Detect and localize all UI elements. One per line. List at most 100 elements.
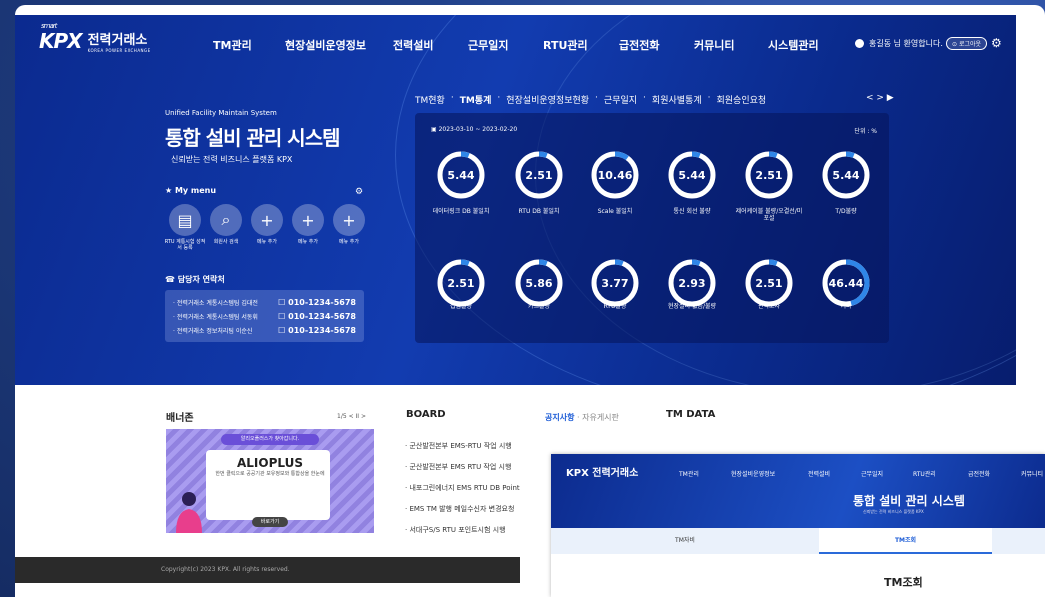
stat-label: 데이터링크 DB 불일치 — [432, 208, 490, 215]
stat-label: RTU DB 불일치 — [518, 208, 560, 215]
stat-ring[interactable]: 2.93 — [667, 258, 717, 308]
banner-pager[interactable]: 1/5 < II > — [337, 413, 366, 420]
stat-label: RTU불량 — [603, 303, 627, 310]
contact-heading: ☎ 담당자 연락처 — [165, 275, 225, 284]
stat-ring[interactable]: 5.44 — [821, 150, 871, 200]
tab-field-status[interactable]: 현장설비운영정보현황 — [506, 93, 589, 106]
stat-ring[interactable]: 2.51 — [514, 150, 564, 200]
mymenu-add-button[interactable]: + — [292, 204, 324, 236]
nav-item-tm[interactable]: TM관리 — [213, 37, 252, 53]
list-item[interactable]: · 군산발전본부 EMS RTU 작업 시행 — [405, 461, 537, 482]
stat-label: 제어케이블 불량/오결선/미포설 — [735, 208, 803, 222]
stat-label: 현장설비 없음/불량 — [667, 303, 717, 310]
nav-item-system[interactable]: 시스템관리 — [768, 37, 819, 53]
tab-approval[interactable]: 회원승인요청 — [716, 93, 766, 106]
mymenu-search-button[interactable]: ⌕ — [210, 204, 242, 236]
stat-value: 2.51 — [755, 169, 782, 182]
mymenu-item-label: 메뉴 추가 — [298, 239, 318, 245]
plus-icon: + — [301, 210, 315, 230]
tab-tm-status[interactable]: TM현황 — [415, 93, 445, 106]
logo-sub: KOREA POWER EXCHANGE — [87, 48, 151, 53]
nav-item-community[interactable]: 커뮤니티 — [694, 37, 734, 53]
stat-label: 카드불량 — [527, 303, 551, 310]
stat-value: 2.93 — [678, 277, 705, 290]
banner-go-button[interactable]: 바로가기 — [252, 517, 288, 527]
mymenu-settings-icon[interactable]: ⚙ — [355, 187, 363, 197]
hero-tagline: 신뢰받는 전력 비즈니스 플랫폼 KPX — [171, 155, 293, 164]
phone-icon: ☎ — [165, 275, 178, 284]
tab-worklog[interactable]: 근무일지 — [604, 93, 637, 106]
preview-tagline: 신뢰받는 전력 비즈니스 플랫폼 KPX — [863, 509, 924, 514]
preview-nav-item: TM관리 — [679, 471, 699, 478]
mymenu-item-label: 회원사 검색 — [213, 239, 239, 245]
tm-tabs: TM현황 · TM통계 · 현장설비운영정보현황 · 근무일지 · 회원사별통계 · 회원… — [415, 93, 767, 106]
stat-ring[interactable]: 2.51 — [744, 258, 794, 308]
list-item[interactable]: · 서대구S/S RTU 포인트시험 시행 — [405, 524, 537, 545]
stat-ring[interactable]: 10.46 — [590, 150, 640, 200]
stat-label: 판독오차 — [757, 303, 781, 310]
mymenu-label: ★ My menu — [165, 186, 217, 195]
preview-nav-item: 근무일지 — [861, 471, 884, 478]
banner-pill: 알리오플러스가 찾아갑니다. — [221, 434, 319, 445]
plus-icon: + — [342, 210, 356, 230]
stat-value: 2.51 — [755, 277, 782, 290]
stat-ring[interactable]: 2.51 — [436, 258, 486, 308]
stat-label: 통신 회선 불량 — [673, 208, 711, 215]
settings-gear-icon[interactable]: ⚙ — [991, 36, 1002, 50]
board-list: · 군산발전본부 EMS-RTU 작업 시행 · 군산발전본부 EMS RTU … — [405, 440, 537, 545]
nav-item-rtu[interactable]: RTU관리 — [543, 37, 588, 53]
tab-free-board[interactable]: 자유게시판 — [582, 413, 619, 422]
stat-value: 5.44 — [678, 169, 705, 182]
period-range: ▣ 2023-03-10 ~ 2023-02-20 — [431, 126, 518, 133]
mymenu-add-button[interactable]: + — [251, 204, 283, 236]
search-icon: ⌕ — [221, 210, 231, 229]
stat-ring[interactable]: 2.51 — [744, 150, 794, 200]
list-item[interactable]: · 군산발전본부 EMS-RTU 작업 시행 — [405, 440, 537, 461]
nav-item-field[interactable]: 현장설비운영정보 — [285, 37, 366, 53]
mymenu-add-button[interactable]: + — [333, 204, 365, 236]
tab-notice[interactable]: 공지사항 — [545, 413, 574, 422]
preview-tab-tm[interactable]: TM자비 — [551, 528, 819, 554]
preview-nav-item: 전력설비 — [808, 471, 831, 478]
board-heading: BOARD — [406, 409, 446, 420]
stat-label: Scale 불일치 — [597, 208, 633, 215]
stat-ring[interactable]: 5.86 — [514, 258, 564, 308]
mymenu-item-label: 메뉴 추가 — [257, 239, 277, 245]
logo-name: 전력거래소 — [87, 33, 148, 48]
nav-item-dispatch[interactable]: 급전전화 — [619, 37, 659, 53]
user-welcome: 홍길동 님 환영합니다. — [855, 38, 943, 49]
tm-pager[interactable]: < > ▶ — [866, 93, 894, 103]
stat-ring[interactable]: 46.44 — [821, 258, 871, 308]
aliopplus-banner[interactable]: 알리오플러스가 찾아갑니다. ALIOPLUS 한번 클릭으로 공공기관 보유정… — [166, 429, 374, 533]
stat-label: 기타 — [840, 303, 852, 310]
tab-member-stats[interactable]: 회원사별통계 — [652, 93, 702, 106]
footer: Copyright(c) 2023 KPX. All rights reserv… — [15, 557, 520, 583]
preview-heading: TM조회 — [884, 576, 923, 589]
list-item[interactable]: · EMS TM 발행 메일수신자 변경요청 — [405, 503, 537, 524]
stat-ring[interactable]: 3.77 — [590, 258, 640, 308]
contact-row: · 전력거래소 정보처리팀 이순신 ☐ 010-1234-5678 — [173, 325, 356, 335]
preview-tab-tm-view[interactable]: TM조회 — [819, 528, 992, 554]
tm-view-preview: KPX 전력거래소 TM관리 현장설비운영정보 전력설비 근무일지 RTU관리 … — [551, 454, 1045, 597]
mymenu-rtu-button[interactable]: ▤ — [169, 204, 201, 236]
tab-tm-stats[interactable]: TM통계 — [460, 93, 492, 106]
stat-value: 46.44 — [829, 277, 864, 290]
contact-row: · 전력거래소 계통시스템팀 김대전 ☐ 010-1234-5678 — [173, 297, 356, 307]
kpx-logo[interactable]: smart KPX 전력거래소 KOREA POWER EXCHANGE — [39, 22, 151, 53]
stat-ring[interactable]: 5.44 — [667, 150, 717, 200]
preview-nav-item: 현장설비운영정보 — [731, 471, 776, 478]
contact-row: · 전력거래소 계통시스템팀 서동휘 ☐ 010-1234-5678 — [173, 311, 356, 321]
preview-logo: KPX 전력거래소 — [566, 468, 639, 479]
mymenu-item-label: 메뉴 추가 — [339, 239, 359, 245]
stat-ring[interactable]: 5.44 — [436, 150, 486, 200]
nav-item-power[interactable]: 전력설비 — [393, 37, 433, 53]
list-item[interactable]: · 내포그린에너지 EMS RTU DB Point — [405, 482, 537, 503]
nav-item-worklog[interactable]: 근무일지 — [468, 37, 508, 53]
preview-tabs: TM자비 TM조회 — [551, 528, 1045, 554]
logout-button[interactable]: ⊙ 로그아웃 — [946, 37, 988, 50]
stat-value: 3.77 — [601, 277, 628, 290]
tmdata-heading: TM DATA — [666, 409, 716, 420]
contact-box: · 전력거래소 계통시스템팀 김대전 ☐ 010-1234-5678 · 전력거래… — [165, 290, 364, 342]
top-nav: smart KPX 전력거래소 KOREA POWER EXCHANGE TM관리 … — [15, 15, 1016, 67]
stat-value: 2.51 — [447, 277, 474, 290]
